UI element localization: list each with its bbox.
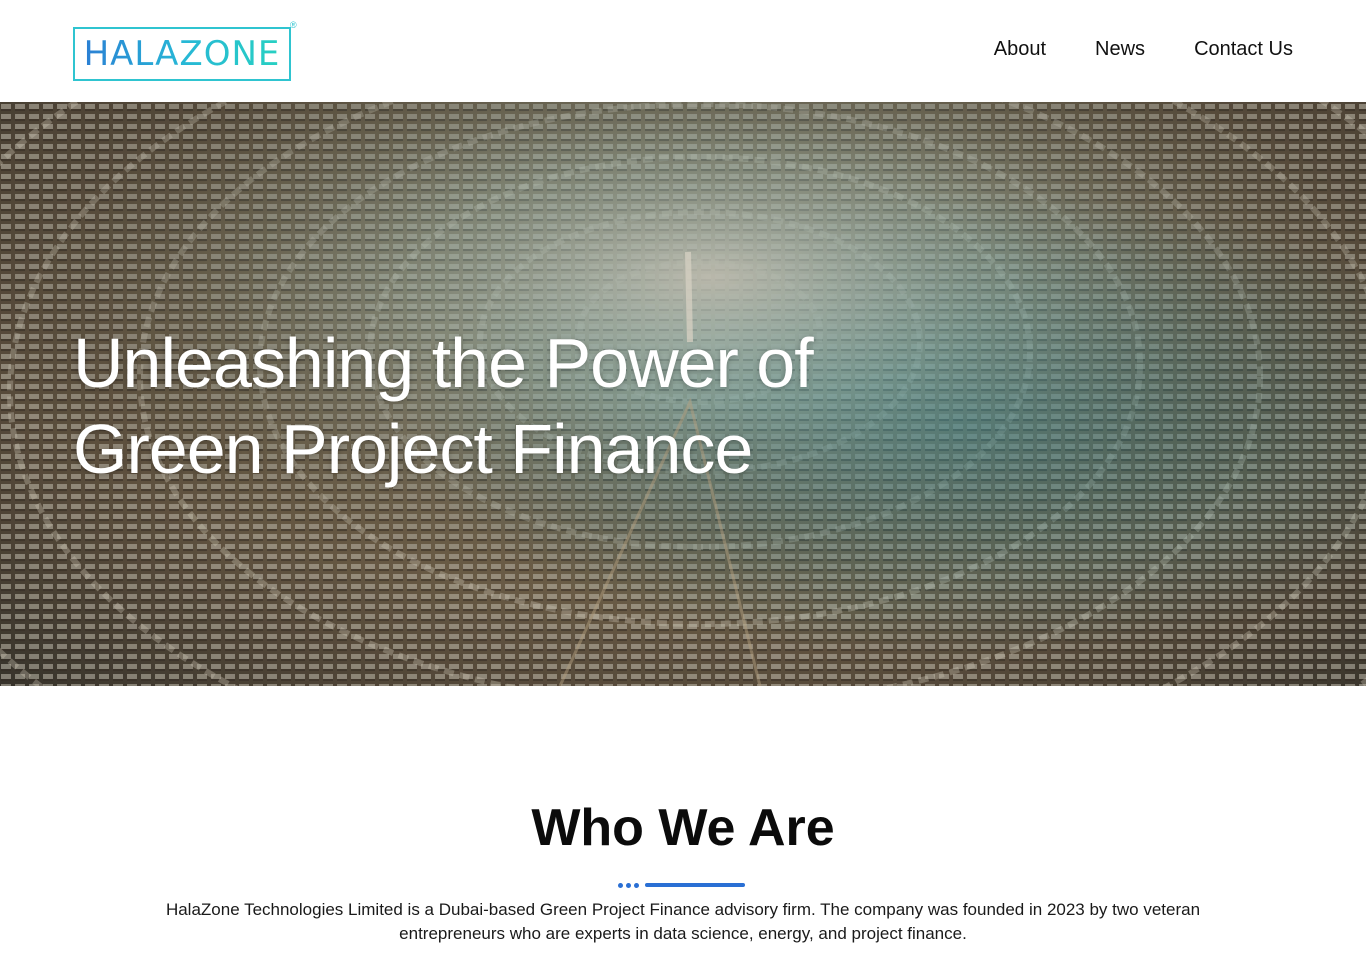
hero-banner: Unleashing the Power of Green Project Fi… <box>0 102 1366 686</box>
hero-title: Unleashing the Power of Green Project Fi… <box>73 320 973 492</box>
section-divider <box>618 882 745 888</box>
nav-news-link[interactable]: News <box>1095 38 1145 61</box>
site-header: HALAZONE ® About News Contact Us <box>0 0 1366 102</box>
nav-contact-link[interactable]: Contact Us <box>1194 38 1293 61</box>
who-we-are-description: HalaZone Technologies Limited is a Dubai… <box>165 900 1201 943</box>
divider-dot <box>618 882 623 888</box>
halazone-logo[interactable]: HALAZONE <box>73 27 291 81</box>
who-we-are-heading: Who We Are <box>531 799 835 857</box>
hero-title-line1: Unleashing the Power of <box>73 324 814 402</box>
registered-mark: ® <box>290 20 297 30</box>
nav-about-link[interactable]: About <box>994 38 1046 61</box>
main-nav: About News Contact Us <box>994 38 1293 61</box>
divider-bar <box>645 883 745 887</box>
divider-dot <box>626 882 631 888</box>
hero-title-line2: Green Project Finance <box>73 410 753 488</box>
logo-text: HALAZONE <box>83 34 281 74</box>
divider-dot <box>634 882 639 888</box>
